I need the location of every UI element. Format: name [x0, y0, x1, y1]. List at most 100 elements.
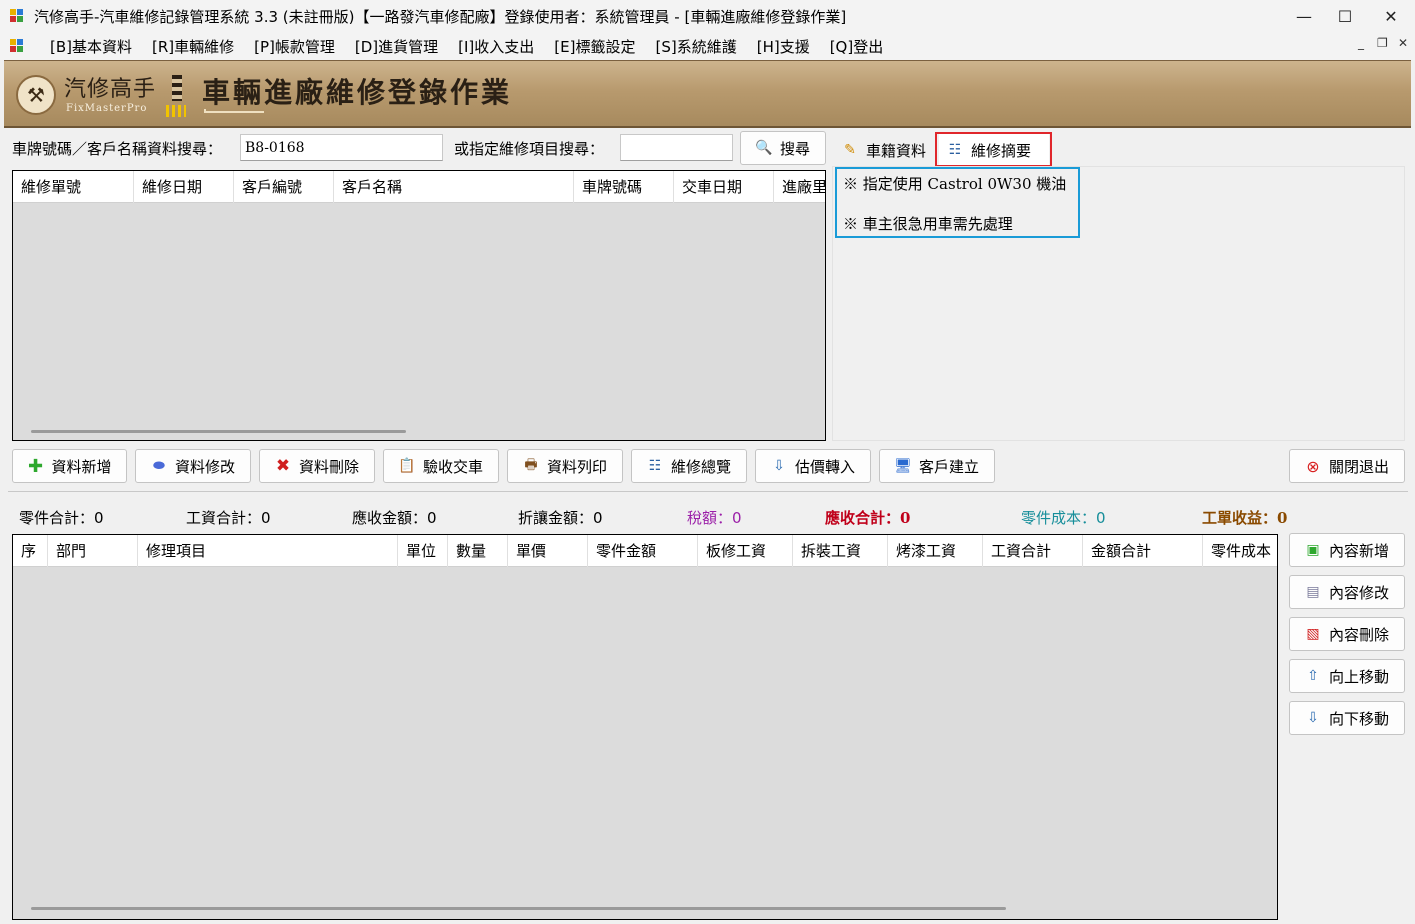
close-exit-label: 關閉退出: [1328, 457, 1389, 476]
menu-vehicle-repair[interactable]: [R]車輛維修: [142, 36, 244, 57]
orders-grid[interactable]: 維修單號 維修日期 客戶編號 客戶名稱 車牌號碼 交車日期 進廠里: [12, 170, 826, 441]
col-repair-item[interactable]: 修理項目: [138, 535, 398, 567]
discount-amount: 折讓金額：0: [518, 509, 603, 527]
section-divider: [8, 491, 1408, 492]
delete-record-label: 資料刪除: [298, 457, 359, 476]
printer-icon: 🖶: [524, 457, 538, 473]
search-button-label: 搜尋: [779, 139, 810, 158]
summary-notes-box[interactable]: ※ 指定使用 Castrol 0W30 機油 ※ 車主很急用車需先處理: [835, 167, 1080, 238]
tab-vehicle-info[interactable]: ✎ 車籍資料: [834, 134, 934, 166]
delete-doc-icon: ▧: [1306, 626, 1320, 642]
labor-total: 工資合計：0: [186, 509, 271, 527]
add-record-label: 資料新增: [51, 457, 112, 476]
close-button[interactable]: ✕: [1364, 0, 1415, 32]
menu-basic-data[interactable]: [B]基本資料: [40, 36, 142, 57]
tab-highlight-frame: [935, 132, 1052, 167]
header-banner: ⚒ 汽修高手 FixMasterPro 車輛進廠維修登錄作業: [4, 60, 1411, 128]
add-item-label: 內容新增: [1328, 541, 1389, 560]
edit-record-label: 資料修改: [174, 457, 235, 476]
col-amount-total[interactable]: 金額合計: [1083, 535, 1203, 567]
col-mileage[interactable]: 進廠里: [774, 171, 825, 203]
window-title: 汽修高手-汽車維修記錄管理系統 3.3 (未註冊版)【一路發汽車修配廠】登錄使用…: [34, 7, 847, 26]
app-name: 汽修高手: [64, 77, 157, 102]
orders-grid-scrollbar[interactable]: [31, 430, 406, 433]
col-delivery-date[interactable]: 交車日期: [674, 171, 774, 203]
edit-item-button[interactable]: ▤ 內容修改: [1289, 575, 1405, 609]
move-up-button[interactable]: ⇧ 向上移動: [1289, 659, 1405, 693]
create-customer-label: 客戶建立: [918, 457, 979, 476]
repair-overview-label: 維修總覽: [670, 457, 731, 476]
delete-record-button[interactable]: ✖ 資料刪除: [259, 449, 375, 483]
page-title: 車輛進廠維修登錄作業: [202, 76, 513, 109]
menu-system[interactable]: [S]系統維護: [645, 36, 746, 57]
checker-divider: [172, 75, 182, 101]
add-item-button[interactable]: ▣ 內容新增: [1289, 533, 1405, 567]
menu-support[interactable]: [H]支援: [747, 36, 820, 57]
totals-bar: 零件合計：0 工資合計：0 應收金額：0 折讓金額：0 稅額：0 應收合計：0 …: [12, 503, 1407, 529]
bars-decoration: [166, 105, 186, 117]
col-plate-no[interactable]: 車牌號碼: [574, 171, 674, 203]
tab-vehicle-info-label: 車籍資料: [866, 141, 927, 160]
col-department[interactable]: 部門: [48, 535, 138, 567]
items-grid-scrollbar[interactable]: [31, 907, 1006, 910]
app-subtitle: FixMasterPro: [66, 103, 148, 114]
search-button[interactable]: 🔍 搜尋: [740, 131, 826, 165]
col-paint-labor[interactable]: 烤漆工資: [888, 535, 983, 567]
order-profit: 工單收益：0: [1202, 509, 1288, 527]
col-seq[interactable]: 序: [13, 535, 48, 567]
repair-overview-button[interactable]: ☷ 維修總覽: [631, 449, 747, 483]
menu-logout[interactable]: [Q]登出: [820, 36, 894, 57]
col-assembly-labor[interactable]: 拆裝工資: [793, 535, 888, 567]
mdi-app-icon: [10, 39, 24, 53]
tax-amount: 稅額：0: [687, 509, 742, 527]
add-doc-icon: ▣: [1306, 542, 1320, 558]
menu-bar: [B]基本資料 [R]車輛維修 [P]帳款管理 [D]進貨管理 [I]收入支出 …: [0, 32, 1415, 60]
edit-doc-icon: ▤: [1306, 584, 1320, 600]
summary-note-2: ※ 車主很急用車需先處理: [843, 215, 1013, 233]
mdi-minimize-button[interactable]: _: [1358, 36, 1364, 50]
items-grid[interactable]: 序 部門 修理項目 單位 數量 單價 零件金額 板修工資 拆裝工資 烤漆工資 工…: [12, 534, 1278, 920]
plate-search-input[interactable]: [240, 134, 443, 161]
col-repair-date[interactable]: 維修日期: [134, 171, 234, 203]
magnifier-icon: 🔍: [755, 140, 773, 156]
mdi-restore-button[interactable]: ❐: [1377, 36, 1388, 50]
accept-delivery-button[interactable]: 📋 驗收交車: [383, 449, 499, 483]
col-labor-total[interactable]: 工資合計: [983, 535, 1083, 567]
tools-logo-icon: ⚒: [16, 75, 56, 115]
edit-record-button[interactable]: ⬬ 資料修改: [135, 449, 251, 483]
menu-income-expense[interactable]: [I]收入支出: [448, 36, 544, 57]
receivable-amount: 應收金額：0: [352, 509, 437, 527]
col-unit-price[interactable]: 單價: [508, 535, 588, 567]
edit-item-label: 內容修改: [1328, 583, 1389, 602]
menu-labels[interactable]: [E]標籤設定: [544, 36, 645, 57]
close-circle-icon: ⊗: [1306, 456, 1320, 476]
menu-accounts[interactable]: [P]帳款管理: [244, 36, 345, 57]
print-record-button[interactable]: 🖶 資料列印: [507, 449, 623, 483]
col-customer-name[interactable]: 客戶名稱: [334, 171, 574, 203]
menu-purchasing[interactable]: [D]進貨管理: [345, 36, 448, 57]
move-down-button[interactable]: ⇩ 向下移動: [1289, 701, 1405, 735]
delete-item-label: 內容刪除: [1328, 625, 1389, 644]
accept-delivery-label: 驗收交車: [422, 457, 483, 476]
clipboard-icon: 📋: [398, 458, 416, 474]
col-quantity[interactable]: 數量: [448, 535, 508, 567]
col-unit[interactable]: 單位: [398, 535, 448, 567]
delete-item-button[interactable]: ▧ 內容刪除: [1289, 617, 1405, 651]
add-record-button[interactable]: ✚ 資料新增: [12, 449, 127, 483]
mdi-close-button[interactable]: ✕: [1398, 36, 1408, 50]
col-customer-id[interactable]: 客戶編號: [234, 171, 334, 203]
plus-icon: ✚: [27, 455, 44, 477]
col-parts-amount[interactable]: 零件金額: [588, 535, 698, 567]
close-exit-button[interactable]: ⊗ 關閉退出: [1289, 449, 1405, 483]
move-down-label: 向下移動: [1328, 709, 1389, 728]
col-order-no[interactable]: 維修單號: [13, 171, 134, 203]
arrow-down-icon: ⇩: [1307, 710, 1319, 726]
estimate-import-button[interactable]: ⇩ 估價轉入: [755, 449, 871, 483]
title-bar: 汽修高手-汽車維修記錄管理系統 3.3 (未註冊版)【一路發汽車修配廠】登錄使用…: [0, 0, 1415, 32]
move-up-label: 向上移動: [1328, 667, 1389, 686]
col-parts-cost[interactable]: 零件成本: [1203, 535, 1277, 567]
estimate-import-label: 估價轉入: [794, 457, 855, 476]
create-customer-button[interactable]: 🖥 客戶建立: [879, 449, 995, 483]
col-panel-labor[interactable]: 板修工資: [698, 535, 793, 567]
item-search-input[interactable]: [620, 134, 733, 161]
